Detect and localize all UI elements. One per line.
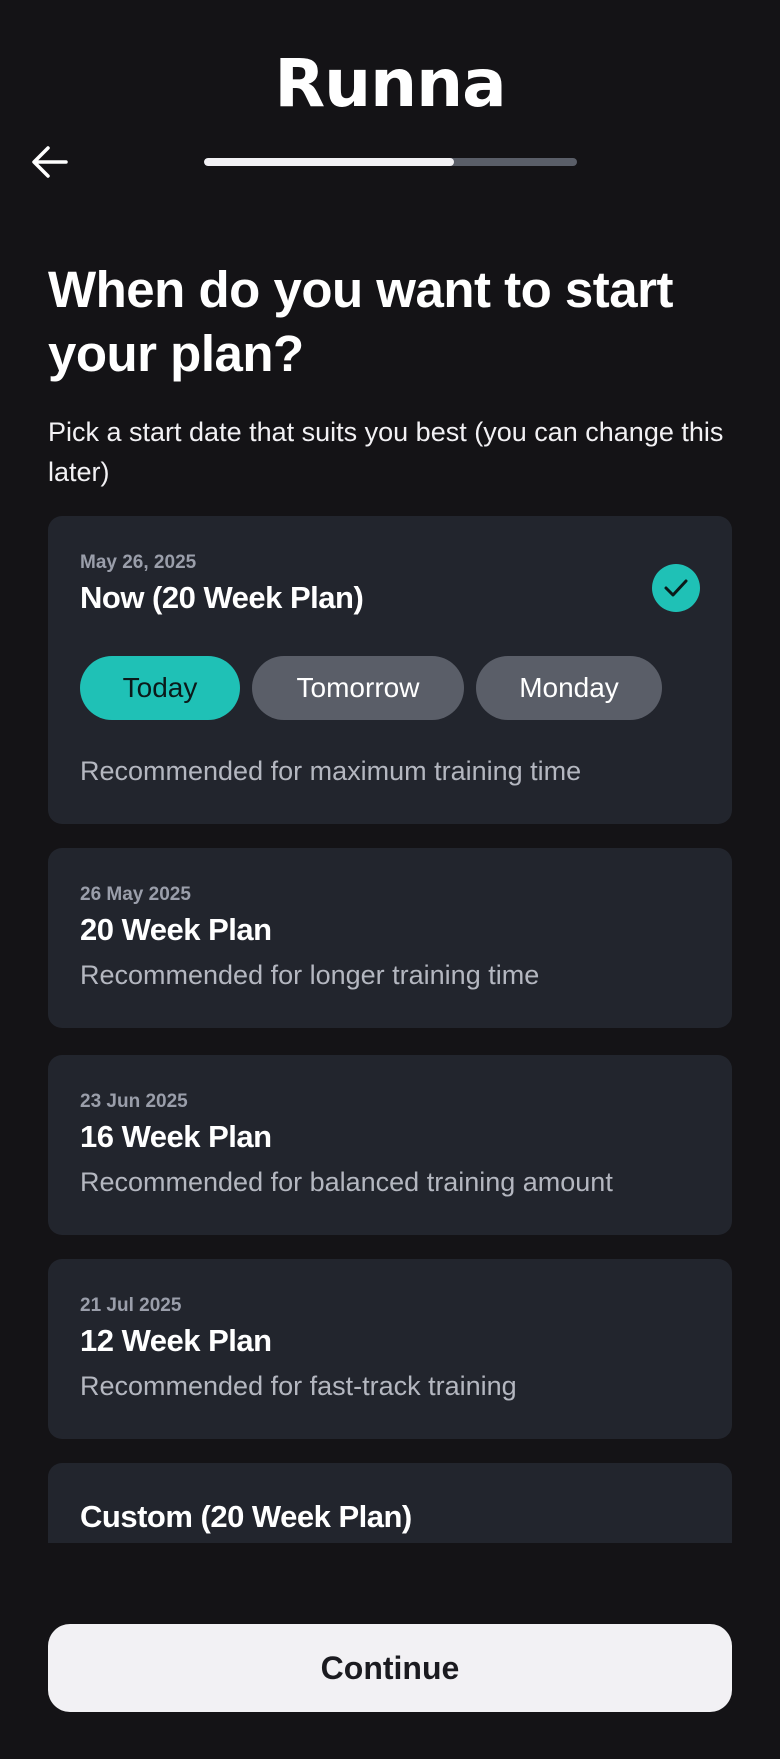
option-description: Recommended for maximum training time — [80, 756, 582, 786]
option-date: May 26, 2025 — [80, 552, 197, 573]
onboarding-progress-bar — [204, 158, 577, 166]
option-date: 21 Jul 2025 — [80, 1295, 182, 1316]
start-tomorrow-chip[interactable]: Tomorrow — [252, 656, 464, 720]
progress-fill — [204, 158, 454, 166]
option-description: Recommended for fast-track training — [80, 1371, 517, 1401]
option-title: Custom (20 Week Plan) — [80, 1499, 412, 1534]
option-date: 23 Jun 2025 — [80, 1091, 188, 1112]
option-title: 20 Week Plan — [80, 912, 272, 947]
start-monday-chip[interactable]: Monday — [476, 656, 662, 720]
option-date: 26 May 2025 — [80, 884, 191, 905]
option-description: Recommended for longer training time — [80, 960, 540, 990]
option-title: 16 Week Plan — [80, 1119, 272, 1154]
option-title: Now (20 Week Plan) — [80, 580, 364, 615]
runna-logo: Runna — [274, 45, 506, 122]
page-subtitle: Pick a start date that suits you best (y… — [48, 417, 724, 487]
start-today-chip[interactable]: Today — [80, 656, 240, 720]
continue-button[interactable]: Continue — [48, 1624, 732, 1712]
option-card-now[interactable]: May 26, 2025 Now (20 Week Plan) Today To… — [48, 516, 732, 824]
page-title: When do you want to start your plan? — [48, 261, 673, 382]
option-card-16-week[interactable]: 23 Jun 2025 16 Week Plan Recommended for… — [48, 1055, 732, 1235]
option-card-12-week[interactable]: 21 Jul 2025 12 Week Plan Recommended for… — [48, 1259, 732, 1439]
back-button[interactable] — [28, 140, 72, 184]
option-card-20-week[interactable]: 26 May 2025 20 Week Plan Recommended for… — [48, 848, 732, 1028]
arrow-left-icon — [32, 146, 68, 178]
option-description: Recommended for balanced training amount — [80, 1167, 613, 1197]
check-icon — [652, 564, 700, 612]
option-title: 12 Week Plan — [80, 1323, 272, 1358]
